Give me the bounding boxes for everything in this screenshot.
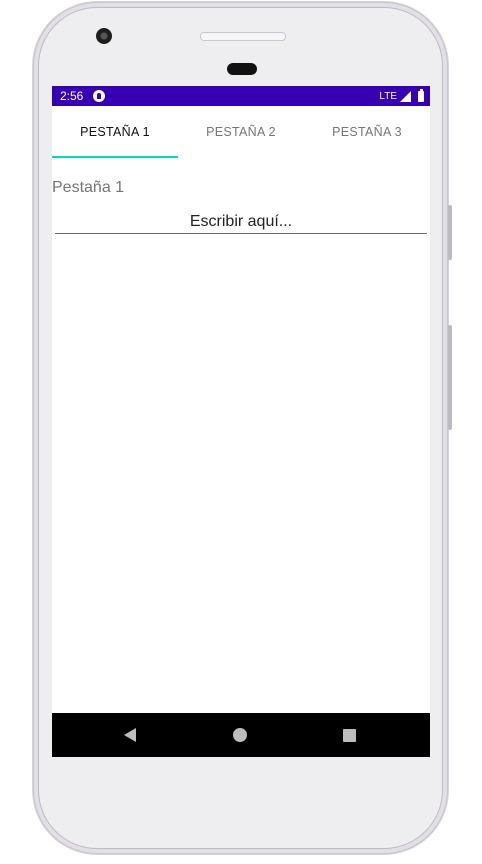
text-input-field[interactable]: Escribir aquí... [55, 210, 427, 234]
tab-bar: PESTAÑA 1 PESTAÑA 2 PESTAÑA 3 [52, 106, 430, 158]
tab-pestana-3[interactable]: PESTAÑA 3 [304, 106, 430, 158]
battery-icon [418, 88, 424, 102]
proximity-sensor [227, 63, 257, 75]
selected-tab-indicator [52, 156, 178, 158]
tab-label: PESTAÑA 1 [80, 125, 150, 139]
device-screen: 2:56 LTE PESTAÑA 1 PESTAÑA 2 PESTAÑA 3 P… [52, 86, 430, 757]
recents-icon [342, 728, 356, 742]
recents-button[interactable] [319, 713, 379, 757]
tab-label: PESTAÑA 2 [206, 125, 276, 139]
status-bar: 2:56 LTE [52, 86, 430, 106]
power-button[interactable] [448, 205, 452, 260]
tab-pestana-1[interactable]: PESTAÑA 1 [52, 106, 178, 158]
navigation-bar [52, 713, 430, 757]
earpiece-speaker [200, 32, 286, 41]
network-type-label: LTE [379, 90, 397, 102]
tab-label: PESTAÑA 3 [332, 125, 402, 139]
home-button[interactable] [210, 713, 270, 757]
back-button[interactable] [100, 713, 160, 757]
status-time: 2:56 [60, 89, 84, 103]
page-title: Pestaña 1 [52, 179, 125, 196]
notification-icon [93, 90, 106, 102]
tab-pestana-2[interactable]: PESTAÑA 2 [178, 106, 304, 158]
signal-icon [400, 90, 411, 102]
volume-button[interactable] [448, 325, 452, 430]
text-input-hint: Escribir aquí... [189, 212, 293, 230]
status-right: LTE [379, 88, 424, 102]
back-icon [124, 728, 136, 742]
status-left: 2:56 [60, 89, 106, 103]
home-icon [233, 728, 247, 742]
front-camera [96, 28, 112, 44]
